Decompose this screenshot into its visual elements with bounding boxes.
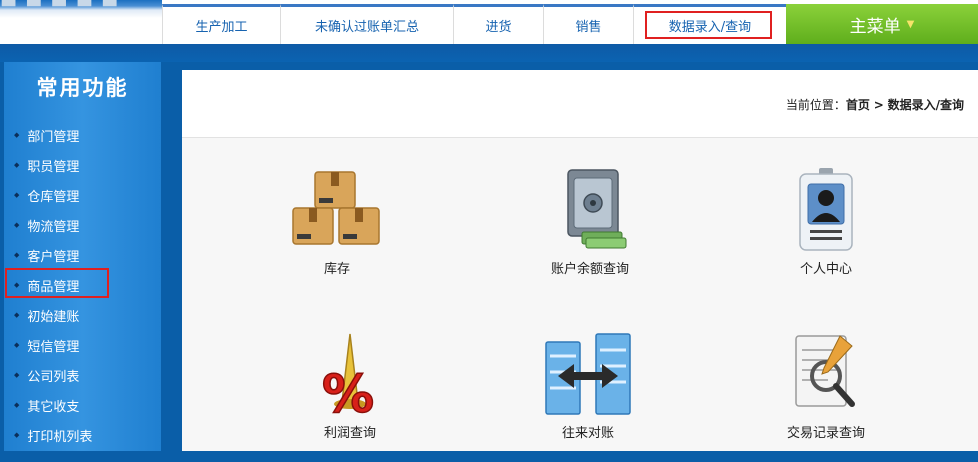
bullet-icon: ◆ (14, 371, 20, 379)
sidebar-item-company-list[interactable]: ◆ 公司列表 (14, 363, 79, 387)
nav-item-unconfirmed-summary[interactable]: 未确认过账单汇总 (280, 4, 453, 44)
tile-profit-query[interactable]: % 利润查询 (275, 332, 425, 462)
tile-label: 利润查询 (323, 426, 376, 441)
nav-label: 销售 (575, 20, 602, 35)
safe-icon (542, 168, 638, 252)
bullet-icon: ◆ (14, 251, 20, 259)
sidebar-item-label: 物流管理 (27, 219, 80, 235)
nav-item-production[interactable]: 生产加工 (162, 4, 280, 44)
sidebar-item-sms[interactable]: ◆ 短信管理 (14, 333, 79, 357)
bullet-icon: ◆ (14, 401, 20, 409)
logo: ■ ■ ■ ■ ■ (0, 0, 119, 9)
sidebar-item-label: 短信管理 (27, 339, 80, 355)
bullet-icon: ◆ (14, 191, 20, 199)
content-panel: 当前位置：首页 > 数据录入/查询 库存 账户余额查询 个人中心 % 利润查询 … (182, 70, 978, 451)
server-exchange-icon (540, 332, 636, 416)
sidebar-item-initial-accounts[interactable]: ◆ 初始建账 (14, 303, 79, 327)
main-menu-button[interactable]: 主菜单 ▼ (786, 4, 978, 44)
bullet-icon: ◆ (14, 341, 20, 349)
tile-label: 账户余额查询 (550, 262, 629, 277)
sidebar-item-department[interactable]: ◆ 部门管理 (14, 123, 79, 147)
id-badge-icon (778, 168, 874, 252)
tile-label: 库存 (323, 262, 350, 277)
bullet-icon: ◆ (14, 221, 20, 229)
sidebar-item-warehouse[interactable]: ◆ 仓库管理 (14, 183, 79, 207)
sidebar-item-customer[interactable]: ◆ 客户管理 (14, 243, 79, 267)
nav-item-purchase[interactable]: 进货 (453, 4, 543, 44)
breadcrumb-current: 数据录入/查询 (887, 98, 964, 112)
sidebar: 常用功能 ◆ 部门管理 ◆ 职员管理 ◆ 仓库管理 ◆ 物流管理 ◆ 客户管理 ◆ 商品管理… (4, 62, 161, 451)
top-bar: ■ ■ ■ ■ ■ 生产加工 未确认过账单汇总 进货 销售 数据录入/查询 主菜… (0, 0, 978, 44)
sidebar-item-logistics[interactable]: ◆ 物流管理 (14, 213, 79, 237)
bullet-icon: ◆ (14, 161, 20, 169)
percent-icon: % (302, 332, 398, 426)
tile-label: 交易记录查询 (786, 426, 865, 441)
nav-item-data-entry-query[interactable]: 数据录入/查询 (633, 4, 786, 44)
tile-label: 个人中心 (799, 262, 852, 277)
logo-band: ■ ■ ■ ■ ■ (0, 0, 162, 44)
tile-inventory[interactable]: 库存 (262, 168, 412, 298)
breadcrumb-separator: > (873, 98, 884, 112)
breadcrumb: 当前位置：首页 > 数据录入/查询 (786, 96, 964, 113)
highlight-box (5, 268, 109, 298)
boxes-icon (289, 168, 385, 252)
tile-account-balance[interactable]: 账户余额查询 (515, 168, 665, 298)
bullet-icon: ◆ (14, 431, 20, 439)
tile-reconciliation[interactable]: 往来对账 (513, 332, 663, 462)
main-menu-label: 主菜单 (849, 16, 901, 37)
sidebar-item-other-income-expense[interactable]: ◆ 其它收支 (14, 393, 79, 417)
nav-item-sales[interactable]: 销售 (543, 4, 633, 44)
sidebar-item-label: 部门管理 (27, 129, 80, 145)
sidebar-item-staff[interactable]: ◆ 职员管理 (14, 153, 79, 177)
sidebar-item-printer-list[interactable]: ◆ 打印机列表 (14, 423, 92, 447)
bullet-icon: ◆ (14, 131, 20, 139)
sidebar-item-label: 仓库管理 (27, 189, 80, 205)
nav-label: 生产加工 (195, 20, 248, 35)
svg-text:%: % (322, 365, 374, 416)
breadcrumb-prefix: 当前位置： (785, 98, 846, 112)
sidebar-item-label: 公司列表 (27, 369, 80, 385)
breadcrumb-bar: 当前位置：首页 > 数据录入/查询 (182, 70, 978, 138)
highlight-box (645, 11, 772, 39)
breadcrumb-home-link[interactable]: 首页 (846, 98, 870, 112)
sidebar-item-label: 职员管理 (27, 159, 80, 175)
sidebar-item-label: 客户管理 (27, 249, 80, 265)
tile-transaction-records[interactable]: 交易记录查询 (751, 332, 901, 462)
sidebar-item-label: 打印机列表 (27, 429, 93, 445)
sidebar-item-label: 初始建账 (27, 309, 80, 325)
tile-personal-center[interactable]: 个人中心 (751, 168, 901, 298)
caret-down-icon: ▼ (906, 18, 915, 30)
nav-label: 未确认过账单汇总 (314, 20, 419, 35)
document-search-icon (778, 332, 874, 416)
top-nav: 生产加工 未确认过账单汇总 进货 销售 数据录入/查询 (162, 4, 786, 44)
bullet-icon: ◆ (14, 311, 20, 319)
sidebar-item-label: 其它收支 (27, 399, 80, 415)
sidebar-title: 常用功能 (36, 76, 129, 100)
header-strip (0, 44, 978, 62)
tile-label: 往来对账 (561, 426, 614, 441)
nav-label: 进货 (485, 20, 512, 35)
